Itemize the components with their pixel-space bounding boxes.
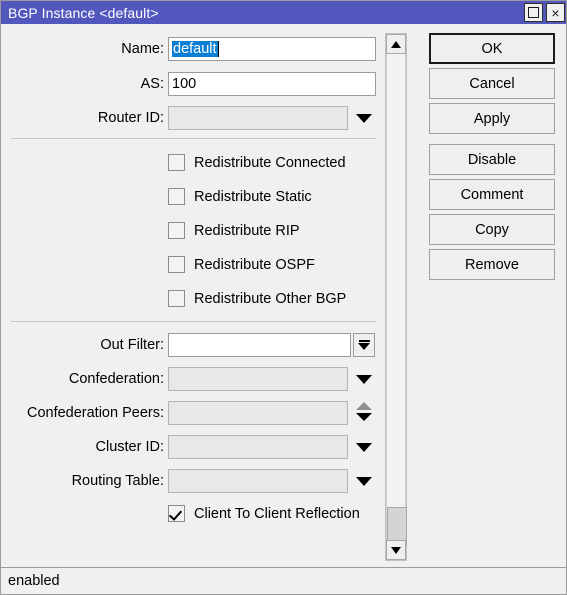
name-label: Name:: [121, 41, 164, 57]
disable-button[interactable]: Disable: [429, 144, 555, 175]
router-id-label-cell: Router ID:: [1, 106, 164, 130]
confederation-peers-input[interactable]: [168, 401, 348, 425]
scrollbar-track[interactable]: [386, 54, 407, 545]
name-label-cell: Name:: [1, 37, 164, 61]
separator-top: [11, 138, 376, 139]
scroll-down-button[interactable]: [386, 540, 406, 560]
checkbox-redistribute-connected[interactable]: Redistribute Connected: [168, 154, 346, 171]
checkbox-box: [168, 505, 185, 522]
form-area: Name: default AS: 100 Router ID: Redistr…: [1, 24, 381, 568]
status-bar: enabled: [1, 567, 566, 594]
out-filter-input[interactable]: [168, 333, 351, 357]
maximize-button[interactable]: [524, 3, 543, 22]
filter-bar-icon: [358, 340, 370, 342]
name-input-value: default: [172, 41, 218, 57]
cluster-id-chevron-down-icon[interactable]: [356, 443, 372, 452]
chevron-down-icon: [358, 343, 370, 350]
checkbox-client-to-client-reflection[interactable]: Client To Client Reflection: [168, 505, 360, 522]
title-bar[interactable]: BGP Instance <default> ×: [1, 1, 566, 24]
close-icon: ×: [551, 4, 560, 21]
checkbox-label: Redistribute Static: [194, 188, 312, 205]
confederation-label-cell: Confederation:: [1, 367, 164, 391]
ok-button[interactable]: OK: [429, 33, 555, 64]
maximize-icon: [528, 7, 539, 18]
confederation-label: Confederation:: [68, 371, 164, 387]
routing-table-label-cell: Routing Table:: [1, 469, 164, 493]
checkbox-box: [168, 256, 185, 273]
checkbox-box: [168, 188, 185, 205]
checkbox-box: [168, 154, 185, 171]
checkbox-label: Redistribute OSPF: [194, 256, 315, 273]
as-input[interactable]: 100: [168, 72, 376, 96]
name-input[interactable]: default: [168, 37, 376, 61]
checkbox-redistribute-other-bgp[interactable]: Redistribute Other BGP: [168, 290, 346, 307]
scroll-down-arrow-icon: [391, 546, 401, 554]
spinner-up-icon[interactable]: [356, 402, 372, 410]
routing-table-input[interactable]: [168, 469, 348, 493]
checkbox-box: [168, 290, 185, 307]
out-filter-label: Out Filter:: [100, 337, 164, 353]
remove-button[interactable]: Remove: [429, 249, 555, 280]
spinner-down-icon[interactable]: [356, 413, 372, 421]
as-label: AS:: [140, 76, 164, 92]
checkbox-redistribute-rip[interactable]: Redistribute RIP: [168, 222, 300, 239]
close-button[interactable]: ×: [546, 3, 565, 22]
router-id-input[interactable]: [168, 106, 348, 130]
routing-table-label: Routing Table:: [71, 473, 164, 489]
checkbox-redistribute-static[interactable]: Redistribute Static: [168, 188, 312, 205]
scroll-up-arrow-icon: [391, 40, 401, 48]
apply-button[interactable]: Apply: [429, 103, 555, 134]
separator-bottom: [11, 321, 376, 322]
as-label-cell: AS:: [1, 72, 164, 96]
status-text: enabled: [8, 573, 60, 589]
comment-button[interactable]: Comment: [429, 179, 555, 210]
router-id-chevron-down-icon[interactable]: [356, 114, 372, 123]
scroll-up-button[interactable]: [386, 34, 406, 54]
cancel-button[interactable]: Cancel: [429, 68, 555, 99]
vertical-scrollbar[interactable]: [385, 33, 407, 561]
window-controls: ×: [524, 3, 565, 22]
checkbox-label: Redistribute Other BGP: [194, 290, 347, 307]
cluster-id-label-cell: Cluster ID:: [1, 435, 165, 459]
cluster-id-input[interactable]: [168, 435, 348, 459]
confederation-input[interactable]: [168, 367, 348, 391]
checkbox-box: [168, 222, 185, 239]
checkbox-redistribute-ospf[interactable]: Redistribute OSPF: [168, 256, 315, 273]
as-input-value: 100: [172, 76, 197, 92]
checkbox-label: Client To Client Reflection: [194, 505, 360, 522]
checkbox-label: Redistribute RIP: [194, 222, 300, 239]
copy-button[interactable]: Copy: [429, 214, 555, 245]
confederation-peers-label: Confederation Peers:: [26, 405, 164, 421]
text-caret: [217, 41, 219, 57]
out-filter-label-cell: Out Filter:: [1, 333, 164, 357]
checkbox-label: Redistribute Connected: [194, 154, 346, 171]
out-filter-dropdown-button[interactable]: [353, 333, 375, 357]
routing-table-chevron-down-icon[interactable]: [356, 477, 372, 486]
confederation-chevron-down-icon[interactable]: [356, 375, 372, 384]
router-id-label: Router ID:: [97, 110, 164, 126]
bgp-instance-dialog: BGP Instance <default> × Name: default A…: [0, 0, 567, 595]
window-title: BGP Instance <default>: [8, 4, 159, 21]
confederation-peers-label-cell: Confederation Peers:: [1, 401, 164, 425]
cluster-id-label: Cluster ID:: [95, 439, 165, 455]
action-button-panel: OK Cancel Apply Disable Comment Copy Rem…: [429, 33, 557, 284]
